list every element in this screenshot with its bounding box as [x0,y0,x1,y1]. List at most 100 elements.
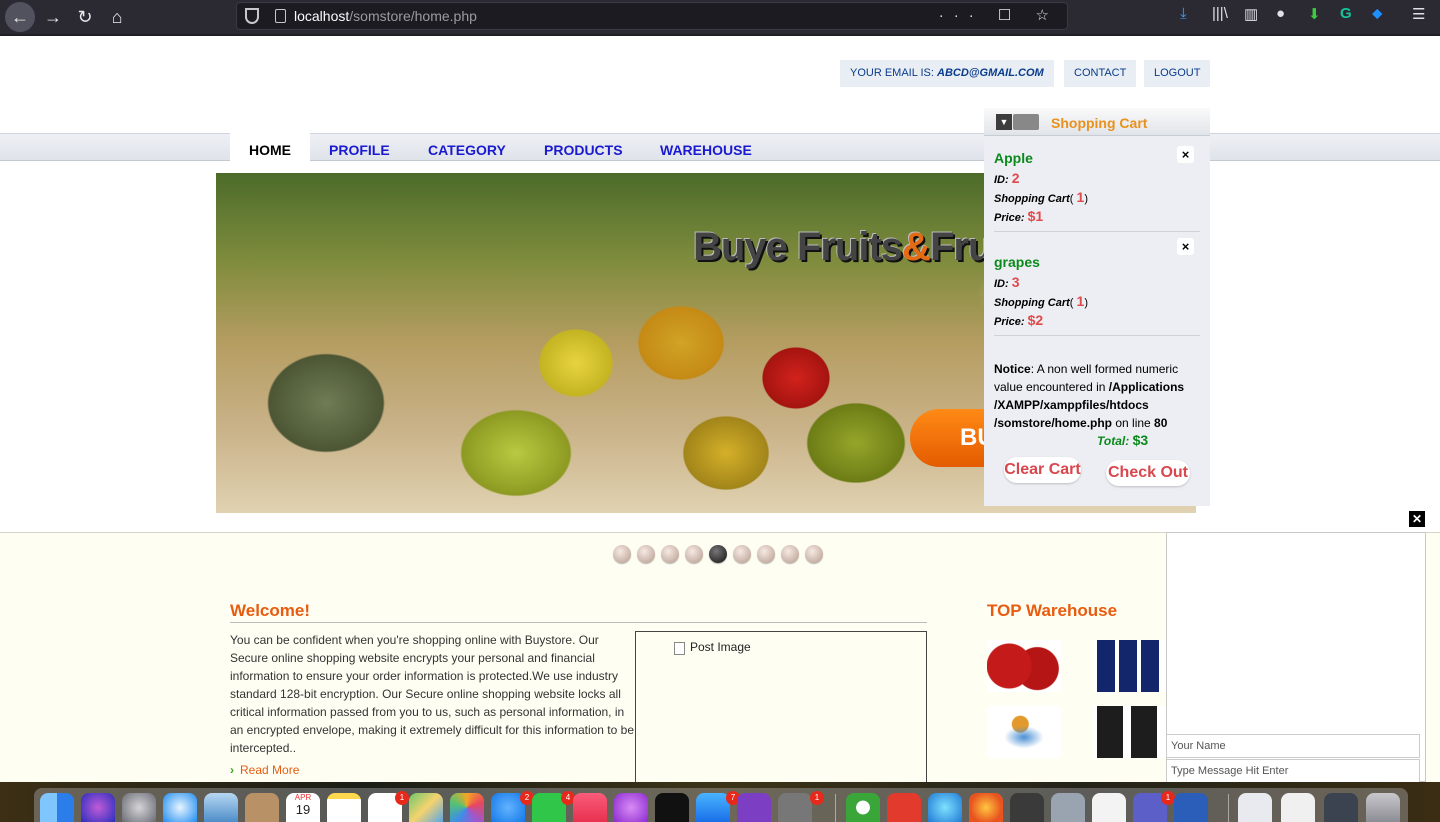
chat-close-icon[interactable]: ✕ [1409,511,1425,527]
slider-dot[interactable] [757,545,775,563]
textedit-icon[interactable] [1092,793,1126,822]
calendar-day: 19 [295,802,311,817]
warehouse-thumb-suits[interactable] [1093,706,1167,758]
slider-dot[interactable] [805,545,823,563]
id-label: ID: [994,174,1009,186]
read-more-label: Read More [240,763,300,777]
slider-dot[interactable] [733,545,751,563]
slider-dot[interactable] [685,545,703,563]
slider-dot[interactable] [637,545,655,563]
notes-icon[interactable] [327,793,361,822]
nav-warehouse[interactable]: WAREHOUSE [641,132,771,169]
sidebar-icon[interactable]: ▥ [1244,5,1258,23]
sublime-text-icon[interactable] [1010,793,1044,822]
page-actions-icon[interactable]: ··· ☐ ☆ [939,6,1059,24]
read-more-link[interactable]: › Read More [230,763,299,777]
address-bar[interactable]: localhost/somstore/home.php ··· ☐ ☆ [236,2,1068,30]
reload-icon[interactable]: ↻ [70,2,100,32]
contact-link[interactable]: CONTACT [1064,60,1137,87]
visual-studio-icon[interactable] [737,793,771,822]
firefox-icon[interactable] [969,793,1003,822]
finder-icon[interactable] [40,793,74,822]
collapse-triangle-icon[interactable]: ▼ [996,114,1012,130]
clear-cart-button[interactable]: Clear Cart [1004,457,1081,483]
downloads-stack-icon[interactable] [1238,793,1272,822]
podcasts-icon[interactable] [614,793,648,822]
php-notice: Notice: A non well formed numeric value … [994,360,1198,432]
warehouse-thumb-toy[interactable] [987,706,1061,758]
warehouse-thumb-pepsi[interactable] [1093,640,1167,692]
shield-icon[interactable] [245,8,259,24]
url-path: /somstore/home.php [349,8,477,24]
cart-header[interactable]: ▼ Shopping Cart [984,108,1210,136]
total-value: $3 [1132,432,1149,448]
user-email-link[interactable]: YOUR EMAIL IS: ABCD@GMAIL.COM [840,60,1054,87]
nav-home[interactable]: HOME [230,132,310,169]
anydesk-icon[interactable] [887,793,921,822]
qty-open: ( [1069,193,1074,205]
home-icon[interactable]: ⌂ [102,2,132,32]
maps-icon[interactable] [409,793,443,822]
settings-icon[interactable] [1051,793,1085,822]
nav-profile[interactable]: PROFILE [310,132,409,169]
remove-item-icon[interactable]: × [1177,146,1194,163]
price-value: $1 [1027,208,1044,224]
word-icon[interactable] [1174,793,1208,822]
extension-icon[interactable]: ⬥ [1372,5,1383,22]
menu-icon[interactable]: ☰ [1412,5,1425,23]
library-icon[interactable]: |||\ [1212,5,1228,22]
slider-dot[interactable] [661,545,679,563]
shopping-cart-panel: ▼ Shopping Cart Apple × ID: 2 Shopping C… [984,108,1210,506]
system-preferences-icon[interactable] [778,793,812,822]
slider-dot-active[interactable] [709,545,727,563]
cart-item-name: grapes [994,254,1040,270]
url-text[interactable]: localhost/somstore/home.php [294,8,477,24]
account-icon[interactable]: ● [1276,5,1285,22]
cart-total: Total: $3 [1097,432,1148,448]
edge-icon[interactable] [928,793,962,822]
remove-item-icon[interactable]: × [1177,238,1194,255]
app-store-icon[interactable] [696,793,730,822]
launchpad-icon[interactable] [122,793,156,822]
system-preferences-badge: 1 [810,791,824,805]
chat-message-input[interactable]: Type Message Hit Enter [1166,759,1420,782]
cart-item-price: Price: $2 [994,312,1043,328]
slider-dot[interactable] [613,545,631,563]
notice-label: Notice [994,362,1031,376]
calendar-month: APR [294,793,312,802]
contacts-icon[interactable] [245,793,279,822]
chat-name-input[interactable]: Your Name [1166,734,1420,758]
calendar-icon[interactable]: APR 19 [286,793,320,822]
forward-arrow-icon[interactable]: → [38,2,68,32]
cart-item-id: ID: 2 [994,170,1020,186]
qty-label: Shopping Cart [994,193,1070,205]
cart-item-id: ID: 3 [994,274,1020,290]
mail-icon[interactable] [204,793,238,822]
notice-line: 80 [1154,416,1168,430]
warehouse-thumb-cherries[interactable] [987,640,1061,692]
siri-icon[interactable] [81,793,115,822]
web-page: YOUR EMAIL IS: ABCD@GMAIL.COM CONTACT LO… [0,36,1440,782]
logout-link[interactable]: LOGOUT [1144,60,1211,87]
trash-icon[interactable] [1366,793,1400,822]
nav-products[interactable]: PRODUCTS [525,132,642,169]
document-stack-icon[interactable] [1281,793,1315,822]
back-arrow-icon[interactable]: ← [5,2,35,32]
email-value: ABCD@GMAIL.COM [937,67,1044,79]
grammarly-icon[interactable]: G [1340,5,1352,22]
cart-item-name: Apple [994,150,1033,166]
qty-close: ) [1084,193,1088,205]
screenshot-stack-icon[interactable] [1324,793,1358,822]
slider-dot[interactable] [781,545,799,563]
music-icon[interactable] [573,793,607,822]
nav-category[interactable]: CATEGORY [409,132,525,169]
extension-download-icon[interactable]: ⬇ [1308,5,1321,23]
apple-tv-icon[interactable] [655,793,689,822]
photos-icon[interactable] [450,793,484,822]
page-info-icon[interactable] [275,9,286,23]
checkout-button[interactable]: Check Out [1106,460,1190,486]
utorrent-icon[interactable] [846,793,880,822]
downloads-icon[interactable]: ⤓ [1180,5,1187,22]
browser-toolbar: ← → ↻ ⌂ localhost/somstore/home.php ··· … [0,0,1440,34]
safari-icon[interactable] [163,793,197,822]
